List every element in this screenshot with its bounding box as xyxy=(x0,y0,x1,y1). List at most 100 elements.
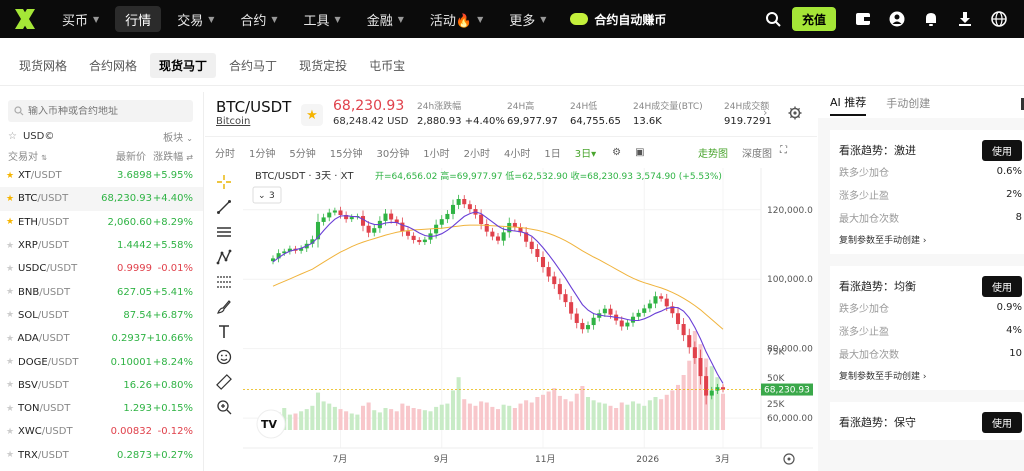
interval-option[interactable]: 1分钟 xyxy=(249,145,275,160)
interval-option[interactable]: 30分钟 xyxy=(376,145,409,160)
coin-name-link[interactable]: Bitcoin xyxy=(216,116,250,127)
favorite-star-icon[interactable]: ★ xyxy=(6,264,18,274)
text-tool-icon[interactable] xyxy=(213,320,235,344)
favorite-star-icon[interactable]: ★ xyxy=(6,334,18,344)
subtab[interactable]: 合约马丁 xyxy=(220,53,286,78)
favorite-filter-icon[interactable]: ☆ xyxy=(8,131,17,142)
subtab[interactable]: 现货马丁 xyxy=(150,53,217,78)
nav-item[interactable]: 行情 xyxy=(115,6,162,32)
interval-option[interactable]: 2小时 xyxy=(464,145,490,160)
user-icon[interactable] xyxy=(882,4,912,34)
xt-logo-icon[interactable] xyxy=(12,6,38,32)
wallet-icon[interactable] xyxy=(848,4,878,34)
ruler-icon[interactable] xyxy=(213,370,235,394)
favorite-star-icon[interactable]: ★ xyxy=(6,194,18,204)
nav-item[interactable]: 交易 ▼ xyxy=(167,6,224,32)
use-strategy-button[interactable]: 使用 xyxy=(982,411,1022,433)
pair-row[interactable]: ★ XT/USDT 3.6898 +5.95% xyxy=(0,164,203,187)
bell-icon[interactable] xyxy=(916,4,946,34)
favorite-star-icon[interactable]: ★ xyxy=(6,427,18,437)
globe-icon[interactable] xyxy=(984,4,1014,34)
chart-settings-icon[interactable] xyxy=(783,453,795,465)
stats-scroll-arrow-icon[interactable]: › xyxy=(763,106,767,119)
horizontal-lines-icon[interactable] xyxy=(213,220,235,244)
stat-label: 24h涨跌幅 xyxy=(417,102,462,112)
interval-option[interactable]: 分时 xyxy=(215,145,235,160)
fullscreen-icon[interactable]: ⛶ xyxy=(780,145,787,160)
subtab[interactable]: 屯币宝 xyxy=(360,53,414,78)
search-icon[interactable] xyxy=(758,4,788,34)
favorite-star-icon[interactable]: ★ xyxy=(6,380,18,390)
zoom-in-icon[interactable] xyxy=(213,395,235,419)
column-header-change[interactable]: 涨跌幅 ⇄ xyxy=(153,148,193,163)
candle-body xyxy=(563,294,568,303)
favorite-star-icon[interactable]: ★ xyxy=(6,217,18,227)
nav-item[interactable]: 更多 ▼ xyxy=(499,6,556,32)
crosshair-icon[interactable] xyxy=(213,170,235,194)
pair-row[interactable]: ★ USDC/USDT 0.9999 -0.01% xyxy=(0,257,203,280)
interval-option[interactable]: 5分钟 xyxy=(289,145,315,160)
use-strategy-button[interactable]: 使用 xyxy=(982,275,1022,297)
nav-item[interactable]: 活动🔥 ▼ xyxy=(420,6,493,32)
sector-dropdown[interactable]: 板块 ⌄ xyxy=(163,129,193,144)
pattern-icon[interactable] xyxy=(213,245,235,269)
column-header-pair[interactable]: 交易对 ⇅ xyxy=(8,148,100,163)
interval-option[interactable]: 3日▾ xyxy=(575,145,596,160)
strategy-tab[interactable]: AI 推荐 xyxy=(830,94,867,116)
pair-search-box[interactable] xyxy=(8,100,193,122)
favorite-star-icon[interactable]: ★ xyxy=(301,104,323,126)
deposit-button[interactable]: 充值 xyxy=(791,7,836,31)
candlestick-chart[interactable]: 120,000.00100,000.0080,000.0060,000.0075… xyxy=(243,168,813,470)
pair-row[interactable]: ★ BNB/USDT 627.05 +5.41% xyxy=(0,280,203,303)
copy-params-link[interactable]: 复制参数至手动创建 › xyxy=(839,369,1024,382)
depth-chart-tab[interactable]: 深度图 xyxy=(742,145,772,160)
indicator-settings-icon[interactable]: ⚙ xyxy=(612,147,621,158)
contract-auto-earn-promo[interactable]: 合约自动赚币 xyxy=(570,11,666,28)
pair-row[interactable]: ★ ETH/USDT 2,060.60 +8.29% xyxy=(0,211,203,234)
fibonacci-icon[interactable] xyxy=(213,270,235,294)
pair-row[interactable]: ★ TON/USDT 1.293 +0.15% xyxy=(0,397,203,420)
nav-item[interactable]: 工具 ▼ xyxy=(294,6,351,32)
interval-option[interactable]: 1小时 xyxy=(423,145,449,160)
nav-item[interactable]: 合约 ▼ xyxy=(230,6,287,32)
brush-icon[interactable] xyxy=(213,295,235,319)
pair-row[interactable]: ★ TRX/USDT 0.2873 +0.27% xyxy=(0,444,203,467)
subtab[interactable]: 现货网格 xyxy=(10,53,76,78)
quote-filter-tab[interactable]: USD© xyxy=(23,131,54,142)
favorite-star-icon[interactable]: ★ xyxy=(6,287,18,297)
pair-row[interactable]: ★ BSV/USDT 16.26 +0.80% xyxy=(0,374,203,397)
favorite-star-icon[interactable]: ★ xyxy=(6,310,18,320)
trend-line-icon[interactable] xyxy=(213,195,235,219)
pair-row[interactable]: ★ SOL/USDT 87.54 +6.87% xyxy=(0,304,203,327)
pair-title[interactable]: BTC/USDT xyxy=(216,98,291,116)
strategy-tab[interactable]: 手动创建 xyxy=(886,95,930,115)
favorite-star-icon[interactable]: ★ xyxy=(6,241,18,251)
layout-icon[interactable]: ▣ xyxy=(635,147,644,158)
interval-option[interactable]: 1日 xyxy=(544,145,560,160)
trend-chart-tab[interactable]: 走势图 xyxy=(698,145,728,160)
download-icon[interactable] xyxy=(950,4,980,34)
interval-option[interactable]: 15分钟 xyxy=(330,145,363,160)
pair-row[interactable]: ★ XRP/USDT 1.4442 +5.58% xyxy=(0,234,203,257)
pair-row[interactable]: ★ XWC/USDT 0.00832 -0.12% xyxy=(0,420,203,443)
nav-item[interactable]: 金融 ▼ xyxy=(357,6,414,32)
settings-gear-icon[interactable] xyxy=(788,106,802,123)
favorite-star-icon[interactable]: ★ xyxy=(6,357,18,367)
emoji-icon[interactable] xyxy=(213,345,235,369)
volume-bar xyxy=(355,414,360,430)
pair-row[interactable]: ★ DOGE/USDT 0.10001 +8.24% xyxy=(0,350,203,373)
pair-search-input[interactable] xyxy=(28,105,188,117)
favorite-star-icon[interactable]: ★ xyxy=(6,450,18,460)
use-strategy-button[interactable]: 使用 xyxy=(982,139,1022,161)
nav-item[interactable]: 买币 ▼ xyxy=(52,6,109,32)
copy-params-link[interactable]: 复制参数至手动创建 › xyxy=(839,233,1024,246)
subtab[interactable]: 现货定投 xyxy=(290,53,356,78)
pair-row[interactable]: ★ BTC/USDT 68,230.93 +4.40% xyxy=(0,187,203,211)
favorite-star-icon[interactable]: ★ xyxy=(6,404,18,414)
interval-option[interactable]: 4小时 xyxy=(504,145,530,160)
pair-row[interactable]: ★ ADA/USDT 0.2937 +10.66% xyxy=(0,327,203,350)
subtab[interactable]: 合约网格 xyxy=(80,53,146,78)
favorite-star-icon[interactable]: ★ xyxy=(6,171,18,181)
column-header-price[interactable]: 最新价 xyxy=(100,148,146,163)
indicator-toggle[interactable]: ⌄ 3 xyxy=(252,186,282,204)
